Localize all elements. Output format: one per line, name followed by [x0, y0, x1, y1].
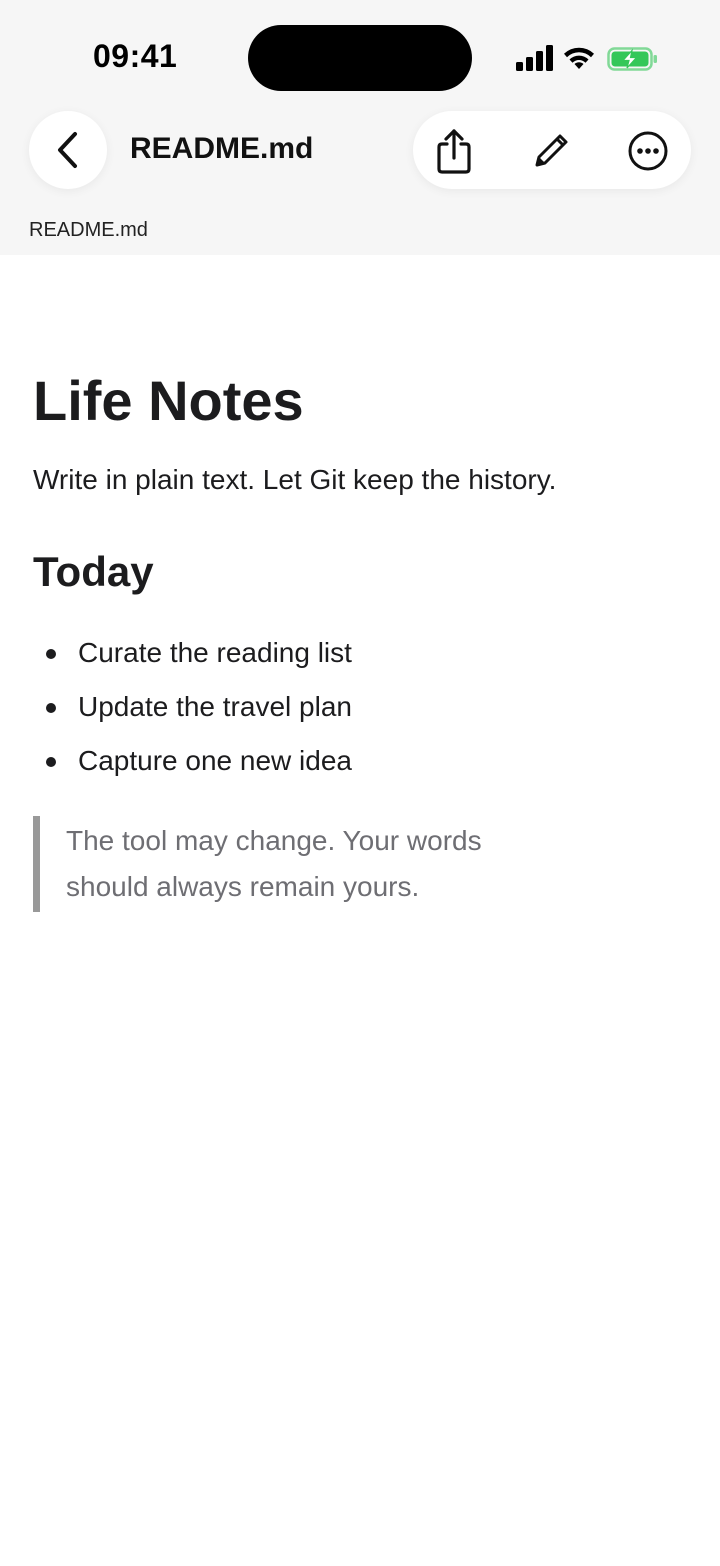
- chevron-left-icon: [58, 132, 77, 168]
- dynamic-island: [248, 25, 472, 91]
- screen: 09:41 README.md README.md Life Notes Wri…: [0, 0, 720, 1566]
- blockquote: The tool may change. Your words should a…: [33, 816, 566, 912]
- battery-charging-icon: [607, 47, 657, 71]
- top-chrome: 09:41 README.md README.md: [0, 0, 720, 255]
- pencil-icon: [535, 134, 568, 167]
- more-button[interactable]: [620, 123, 676, 179]
- bullet-icon: [46, 757, 56, 767]
- bullet-icon: [46, 703, 56, 713]
- breadcrumb[interactable]: README.md: [29, 219, 148, 242]
- list-item-text: Update the travel plan: [78, 691, 352, 722]
- edit-button[interactable]: [523, 123, 579, 179]
- status-time: 09:41: [93, 38, 178, 74]
- list-item: Capture one new idea: [33, 734, 673, 788]
- share-button[interactable]: [426, 123, 482, 179]
- nav-title: README.md: [130, 132, 314, 165]
- cellular-signal-icon: [516, 45, 553, 71]
- list-item-text: Curate the reading list: [78, 637, 352, 668]
- list-item-text: Capture one new idea: [78, 745, 352, 776]
- back-button[interactable]: [29, 111, 107, 189]
- today-list: Curate the reading list Update the trave…: [33, 626, 673, 788]
- markdown-document: Life Notes Write in plain text. Let Git …: [33, 360, 673, 912]
- more-icon: [628, 131, 668, 171]
- section-heading-today: Today: [33, 548, 154, 595]
- list-item: Curate the reading list: [33, 626, 673, 680]
- wifi-icon: [564, 47, 594, 69]
- bullet-icon: [46, 649, 56, 659]
- list-item: Update the travel plan: [33, 680, 673, 734]
- status-icons: [514, 44, 664, 74]
- nav-actions-group: [413, 111, 691, 189]
- document-intro: Write in plain text. Let Git keep the hi…: [33, 464, 557, 495]
- share-icon: [437, 129, 471, 174]
- document-heading: Life Notes: [33, 369, 304, 432]
